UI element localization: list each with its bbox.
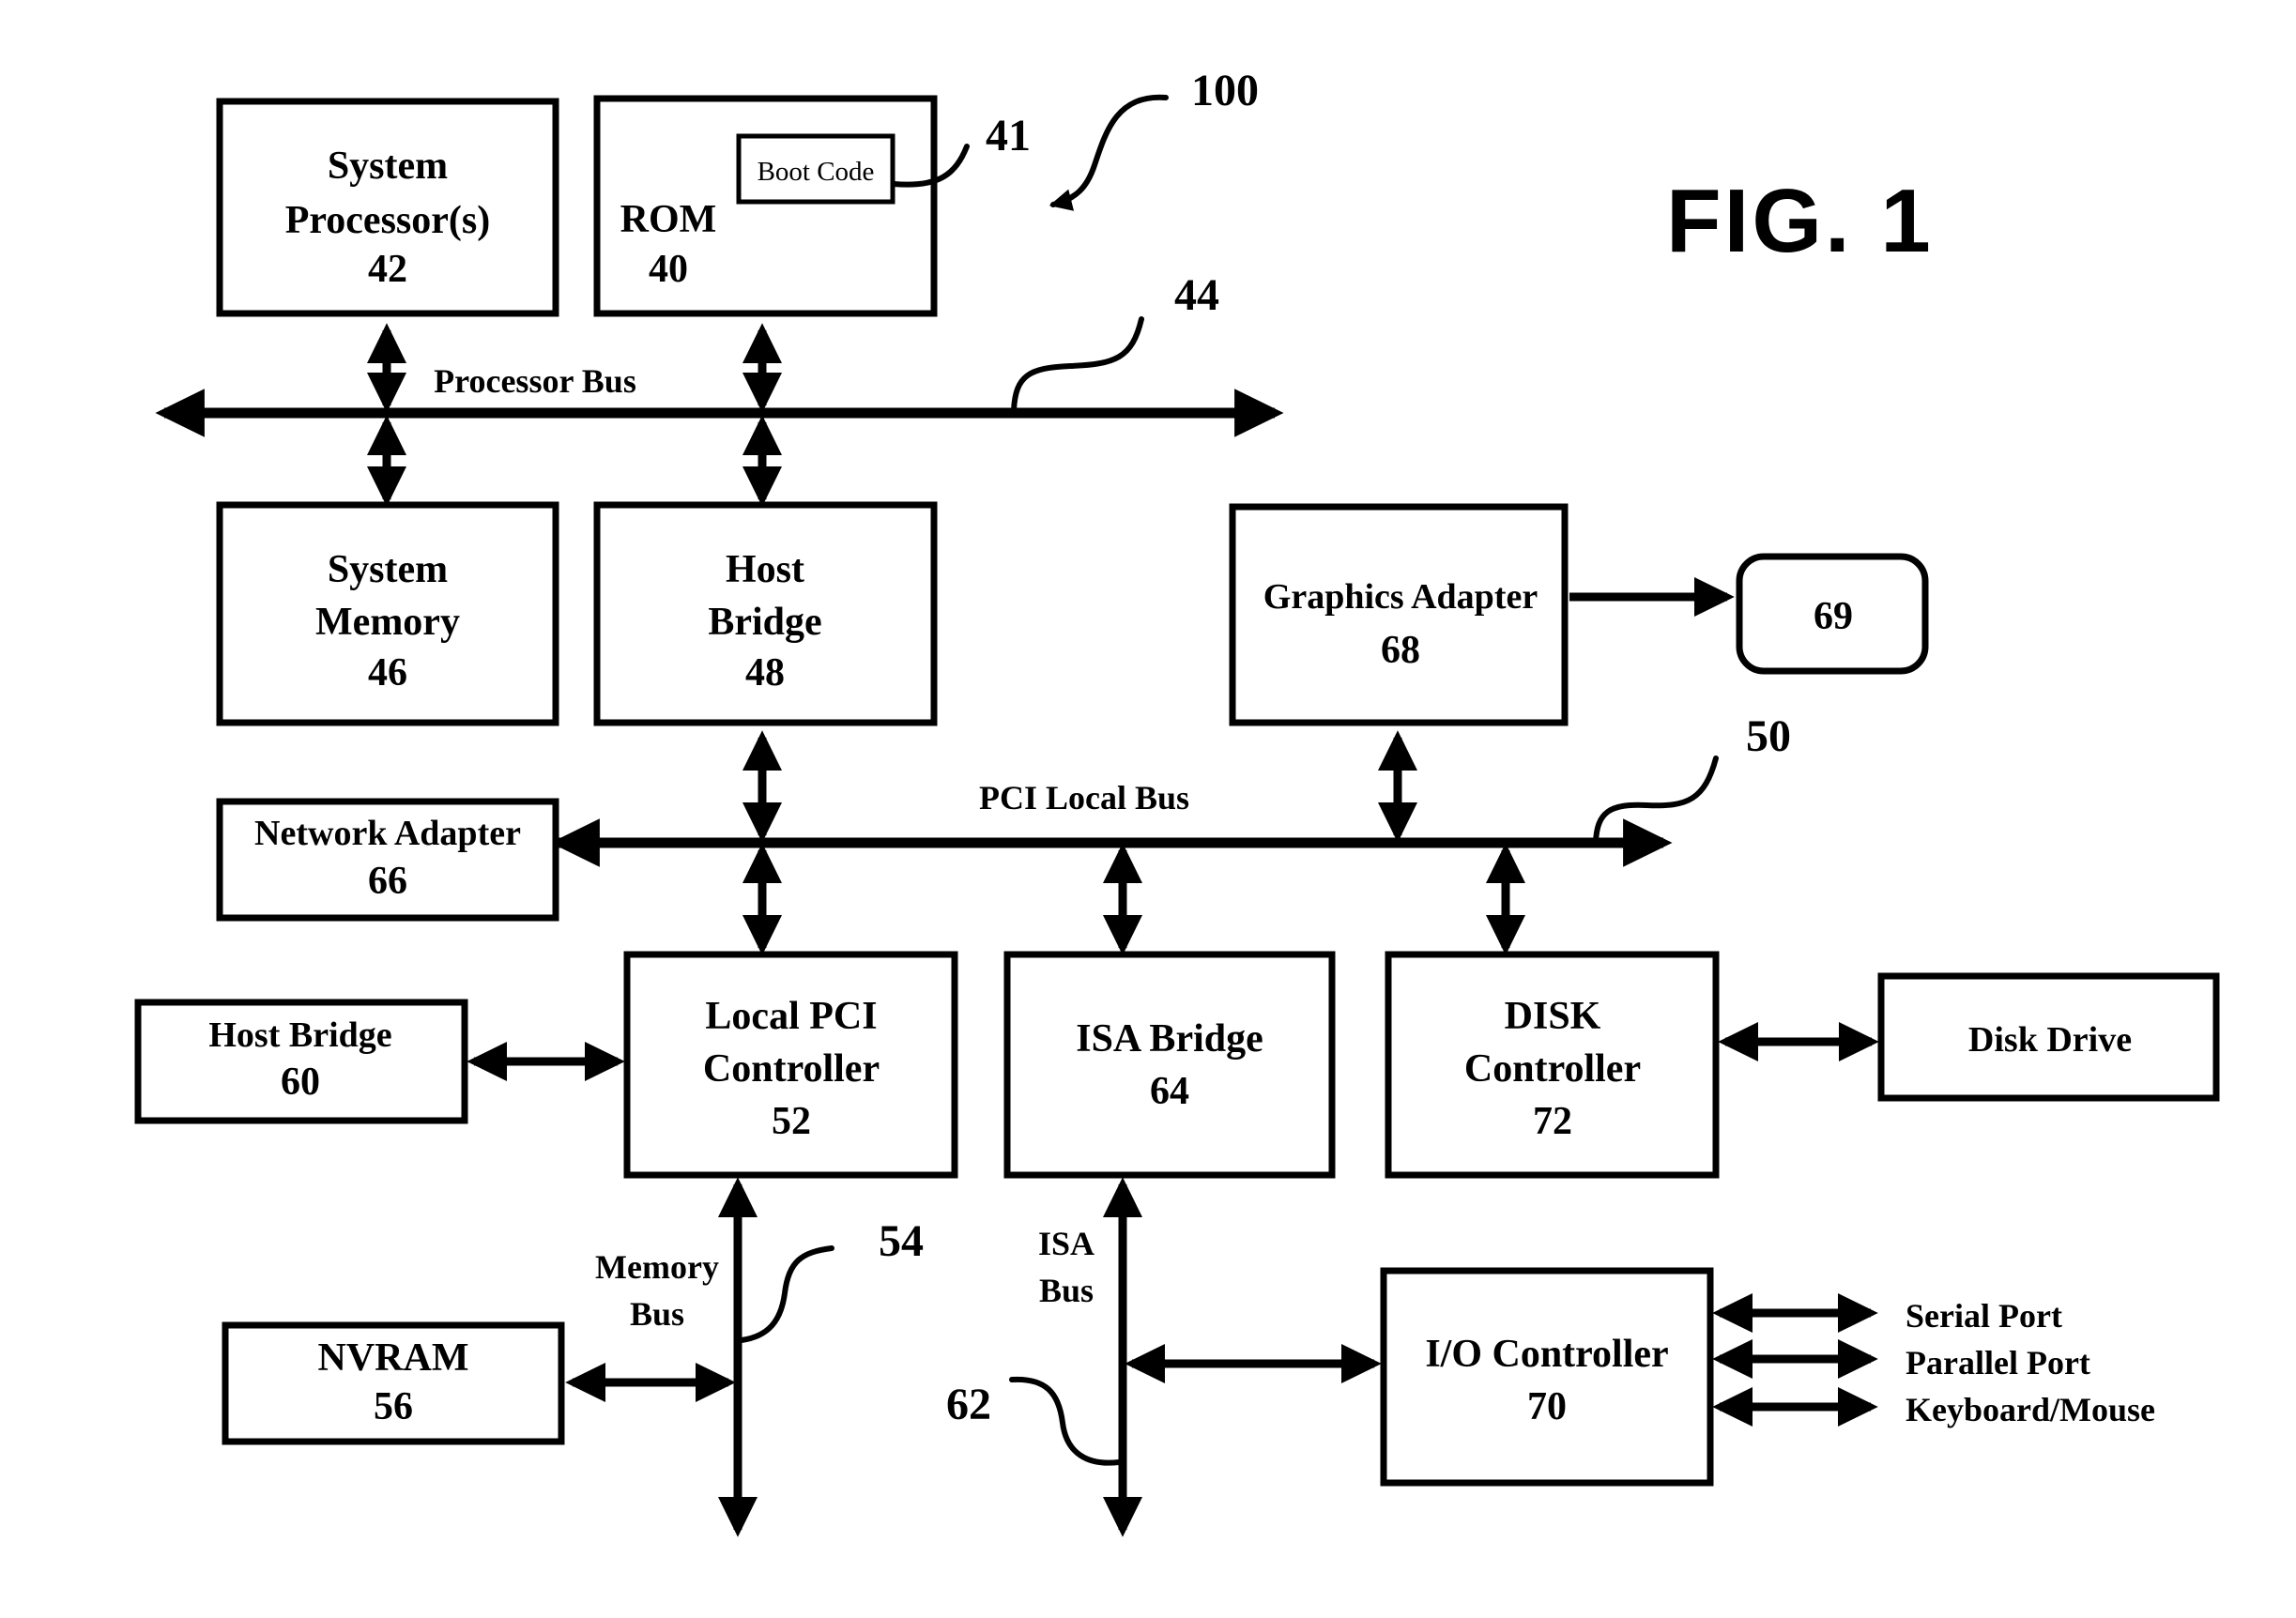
label-isa-bus-line1: ISA [1038,1225,1094,1262]
label-system-memory-line1: System [328,548,448,591]
label-serial-port: Serial Port [1906,1297,2062,1335]
block-diagram-canvas: System Processor(s) 42 ROM 40 Boot Code … [134,66,2220,1537]
label-system-memory-line2: Memory [315,601,460,644]
callout-arrow-100 [1049,94,1169,211]
lead-line-62 [1009,1376,1122,1466]
label-isa-bridge-ref: 64 [1150,1070,1189,1113]
lead-line-50 [1593,756,1719,844]
label-ref-41: 41 [986,111,1031,160]
label-host-bridge-48-line2: Bridge [708,601,821,644]
label-display-69-ref: 69 [1814,595,1853,638]
label-boot-code: Boot Code [758,157,875,187]
block-io-controller [1380,1267,1714,1487]
label-ref-44: 44 [1174,270,1219,320]
label-rom-line1: ROM [620,198,717,241]
label-memory-bus-line2: Bus [630,1295,684,1333]
label-graphics-adapter-ref: 68 [1381,629,1420,672]
label-ref-50: 50 [1746,711,1791,761]
label-nvram: NVRAM [318,1336,469,1380]
label-memory-bus-line1: Memory [595,1248,719,1286]
label-disk-drive: Disk Drive [1968,1020,2132,1060]
block-isa-bridge [1003,951,1336,1179]
lead-line-44 [1011,316,1144,413]
label-system-processor-ref: 42 [368,248,407,291]
label-system-processor-line2: Processor(s) [285,199,490,242]
label-io-controller: I/O Controller [1425,1333,1668,1376]
label-processor-bus: Processor Bus [434,362,636,400]
label-io-controller-ref: 70 [1527,1385,1567,1428]
label-ref-100: 100 [1191,66,1259,115]
label-keyboard-mouse-port: Keyboard/Mouse [1906,1391,2155,1428]
label-network-adapter: Network Adapter [254,814,521,853]
label-ref-62: 62 [946,1380,991,1429]
label-disk-controller-line1: DISK [1505,995,1601,1038]
label-parallel-port: Parallel Port [1906,1344,2090,1381]
label-disk-controller-ref: 72 [1533,1100,1572,1143]
label-host-bridge-60-ref: 60 [281,1061,320,1104]
label-system-memory-ref: 46 [368,651,407,695]
figure-caption: FIG. 1 [1666,171,1934,271]
label-host-bridge-48-ref: 48 [745,651,785,695]
label-local-pci-line1: Local PCI [705,995,877,1038]
label-pci-local-bus: PCI Local Bus [979,779,1189,817]
label-isa-bridge: ISA Bridge [1076,1017,1263,1061]
label-rom-ref: 40 [649,248,688,291]
label-system-processor-line1: System [328,145,448,188]
label-graphics-adapter: Graphics Adapter [1263,577,1538,617]
label-disk-controller-line2: Controller [1464,1047,1641,1091]
label-nvram-ref: 56 [374,1385,413,1428]
label-local-pci-ref: 52 [772,1100,811,1143]
label-network-adapter-ref: 66 [368,860,407,903]
label-local-pci-line2: Controller [703,1047,880,1091]
label-host-bridge-48-line1: Host [726,548,804,591]
label-isa-bus-line2: Bus [1039,1272,1094,1309]
figure-page: System Processor(s) 42 ROM 40 Boot Code … [0,0,2296,1618]
label-ref-54: 54 [879,1216,924,1266]
lead-line-54 [739,1245,834,1343]
label-host-bridge-60: Host Bridge [208,1015,391,1055]
